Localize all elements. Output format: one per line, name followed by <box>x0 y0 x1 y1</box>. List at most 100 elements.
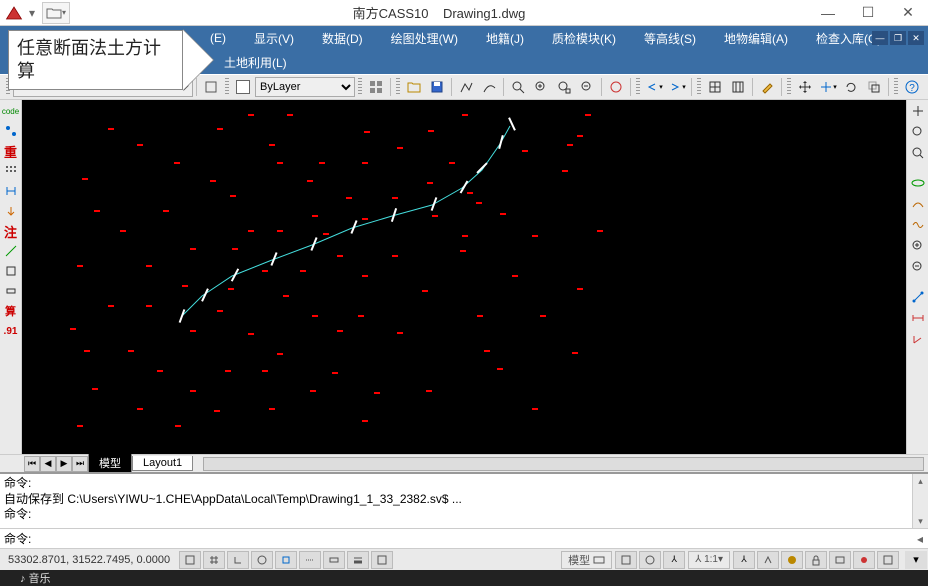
code-tool-icon[interactable]: code <box>2 102 20 120</box>
menu-data[interactable]: 数据(D) <box>308 26 377 50</box>
line-tool-icon[interactable] <box>2 242 20 260</box>
model-space-button[interactable]: 模型 <box>561 551 612 569</box>
undo-icon[interactable]: ▾ <box>643 76 665 98</box>
orbit-icon[interactable] <box>909 174 927 192</box>
grid-toggle[interactable] <box>203 551 225 569</box>
annotation-scale-icon[interactable]: ⅄ <box>663 551 685 569</box>
toolbar-grip-icon[interactable] <box>697 78 701 96</box>
toolbar-grip-icon[interactable] <box>894 78 898 96</box>
dyn-toggle[interactable] <box>323 551 345 569</box>
brush-icon[interactable] <box>756 76 778 98</box>
menu-display[interactable]: 显示(V) <box>240 26 308 50</box>
mdi-close-button[interactable]: ✕ <box>908 31 924 45</box>
status-tool-1[interactable] <box>615 551 637 569</box>
tab-model[interactable]: 模型 <box>88 454 132 473</box>
ortho-toggle[interactable] <box>227 551 249 569</box>
lwt-toggle[interactable] <box>347 551 369 569</box>
move-arrow-icon[interactable]: ▾ <box>817 76 839 98</box>
help-icon[interactable]: ? <box>901 76 923 98</box>
offset-icon[interactable] <box>863 76 885 98</box>
trim-tool-icon[interactable] <box>2 282 20 300</box>
menu-terrain[interactable]: 地物编辑(A) <box>710 26 802 50</box>
command-input[interactable] <box>31 532 912 546</box>
drawing-canvas[interactable] <box>22 100 906 454</box>
menu-cadastre[interactable]: 地籍(J) <box>472 26 538 50</box>
snap-toggle[interactable] <box>179 551 201 569</box>
toolbar-grip-icon[interactable] <box>225 78 229 96</box>
cmd-scrollbar[interactable]: ▴ ▾ <box>912 474 928 528</box>
app-menu-dropdown-icon[interactable]: ▾ <box>26 1 38 25</box>
zoom-win-icon[interactable] <box>909 144 927 162</box>
toolbar-grip-icon[interactable] <box>396 78 400 96</box>
horizontal-scrollbar[interactable] <box>203 457 924 471</box>
save-icon[interactable] <box>426 76 448 98</box>
tray-expand-icon[interactable]: ▾ <box>905 551 927 569</box>
tab-first-button[interactable]: ⏮ <box>24 456 40 472</box>
zoom-realtime-icon[interactable] <box>909 123 927 141</box>
rotate-icon[interactable] <box>840 76 862 98</box>
rect-tool-icon[interactable] <box>2 262 20 280</box>
menu-landuse[interactable]: 土地利用(L) <box>210 54 301 71</box>
properties-icon[interactable] <box>365 76 387 98</box>
redo-icon[interactable]: ▾ <box>666 76 688 98</box>
hardware-accel-icon[interactable] <box>829 551 851 569</box>
open-icon[interactable] <box>403 76 425 98</box>
annotation-vis-icon[interactable]: ⅄ <box>733 551 755 569</box>
toolbar-grip-icon[interactable] <box>636 78 640 96</box>
tool-icon[interactable] <box>2 122 20 140</box>
zoom-icon[interactable] <box>507 76 529 98</box>
grid-icon[interactable] <box>727 76 749 98</box>
angle-icon[interactable] <box>909 330 927 348</box>
minimize-button[interactable]: — <box>808 1 848 25</box>
zoom-extents-icon[interactable] <box>553 76 575 98</box>
qprops-toggle[interactable] <box>371 551 393 569</box>
menu-quality[interactable]: 质检模块(K) <box>538 26 630 50</box>
arrow-tool-icon[interactable] <box>2 202 20 220</box>
clean-screen-icon[interactable] <box>877 551 899 569</box>
zhu-button[interactable]: 注 <box>2 222 20 240</box>
annotation-auto-icon[interactable] <box>757 551 779 569</box>
table-icon[interactable] <box>704 76 726 98</box>
cmd-side-arrow-icon[interactable]: ◂ <box>912 532 928 546</box>
grid-tool-icon[interactable] <box>2 162 20 180</box>
zoom-in-icon[interactable] <box>909 237 927 255</box>
open-folder-button[interactable]: ▾ <box>42 2 70 24</box>
otrack-toggle[interactable] <box>299 551 321 569</box>
move-icon[interactable] <box>794 76 816 98</box>
scroll-down-icon[interactable]: ▾ <box>913 514 928 528</box>
tab-layout1[interactable]: Layout1 <box>132 456 193 471</box>
refresh-icon[interactable] <box>605 76 627 98</box>
mdi-restore-button[interactable]: ❐ <box>890 31 906 45</box>
menu-contour[interactable]: 等高线(S) <box>630 26 710 50</box>
scroll-up-icon[interactable]: ▴ <box>913 474 928 488</box>
suan-button[interactable]: 算 <box>2 302 20 320</box>
workspace-switch-icon[interactable] <box>781 551 803 569</box>
app-logo-icon[interactable] <box>2 1 26 25</box>
tab-next-button[interactable]: ▶ <box>56 456 72 472</box>
close-button[interactable]: ✕ <box>888 1 928 25</box>
maximize-button[interactable]: ☐ <box>848 1 888 25</box>
isolate-icon[interactable] <box>853 551 875 569</box>
color-picker-button[interactable] <box>232 76 254 98</box>
status-tool-2[interactable] <box>639 551 661 569</box>
arc-icon[interactable] <box>478 76 500 98</box>
zoom-out-icon[interactable] <box>909 258 927 276</box>
color-dropdown[interactable]: ByLayer <box>255 77 355 97</box>
chong-button[interactable]: 重 <box>2 142 20 160</box>
polar-toggle[interactable] <box>251 551 273 569</box>
tab-prev-button[interactable]: ◀ <box>40 456 56 472</box>
zoom-out-icon[interactable] <box>576 76 598 98</box>
line-segment-icon[interactable] <box>909 288 927 306</box>
h-tool-icon[interactable] <box>2 182 20 200</box>
menu-draw[interactable]: 绘图处理(W) <box>377 26 472 50</box>
osnap-toggle[interactable] <box>275 551 297 569</box>
mdi-minimize-button[interactable]: — <box>872 31 888 45</box>
toolbar-lock-icon[interactable] <box>805 551 827 569</box>
toolbar-grip-icon[interactable] <box>787 78 791 96</box>
num-button[interactable]: .91 <box>2 322 20 340</box>
curve-tool-icon[interactable] <box>909 216 927 234</box>
pan-icon[interactable] <box>909 102 927 120</box>
polyline-icon[interactable] <box>455 76 477 98</box>
tab-last-button[interactable]: ⏭ <box>72 456 88 472</box>
zoom-window-icon[interactable] <box>530 76 552 98</box>
